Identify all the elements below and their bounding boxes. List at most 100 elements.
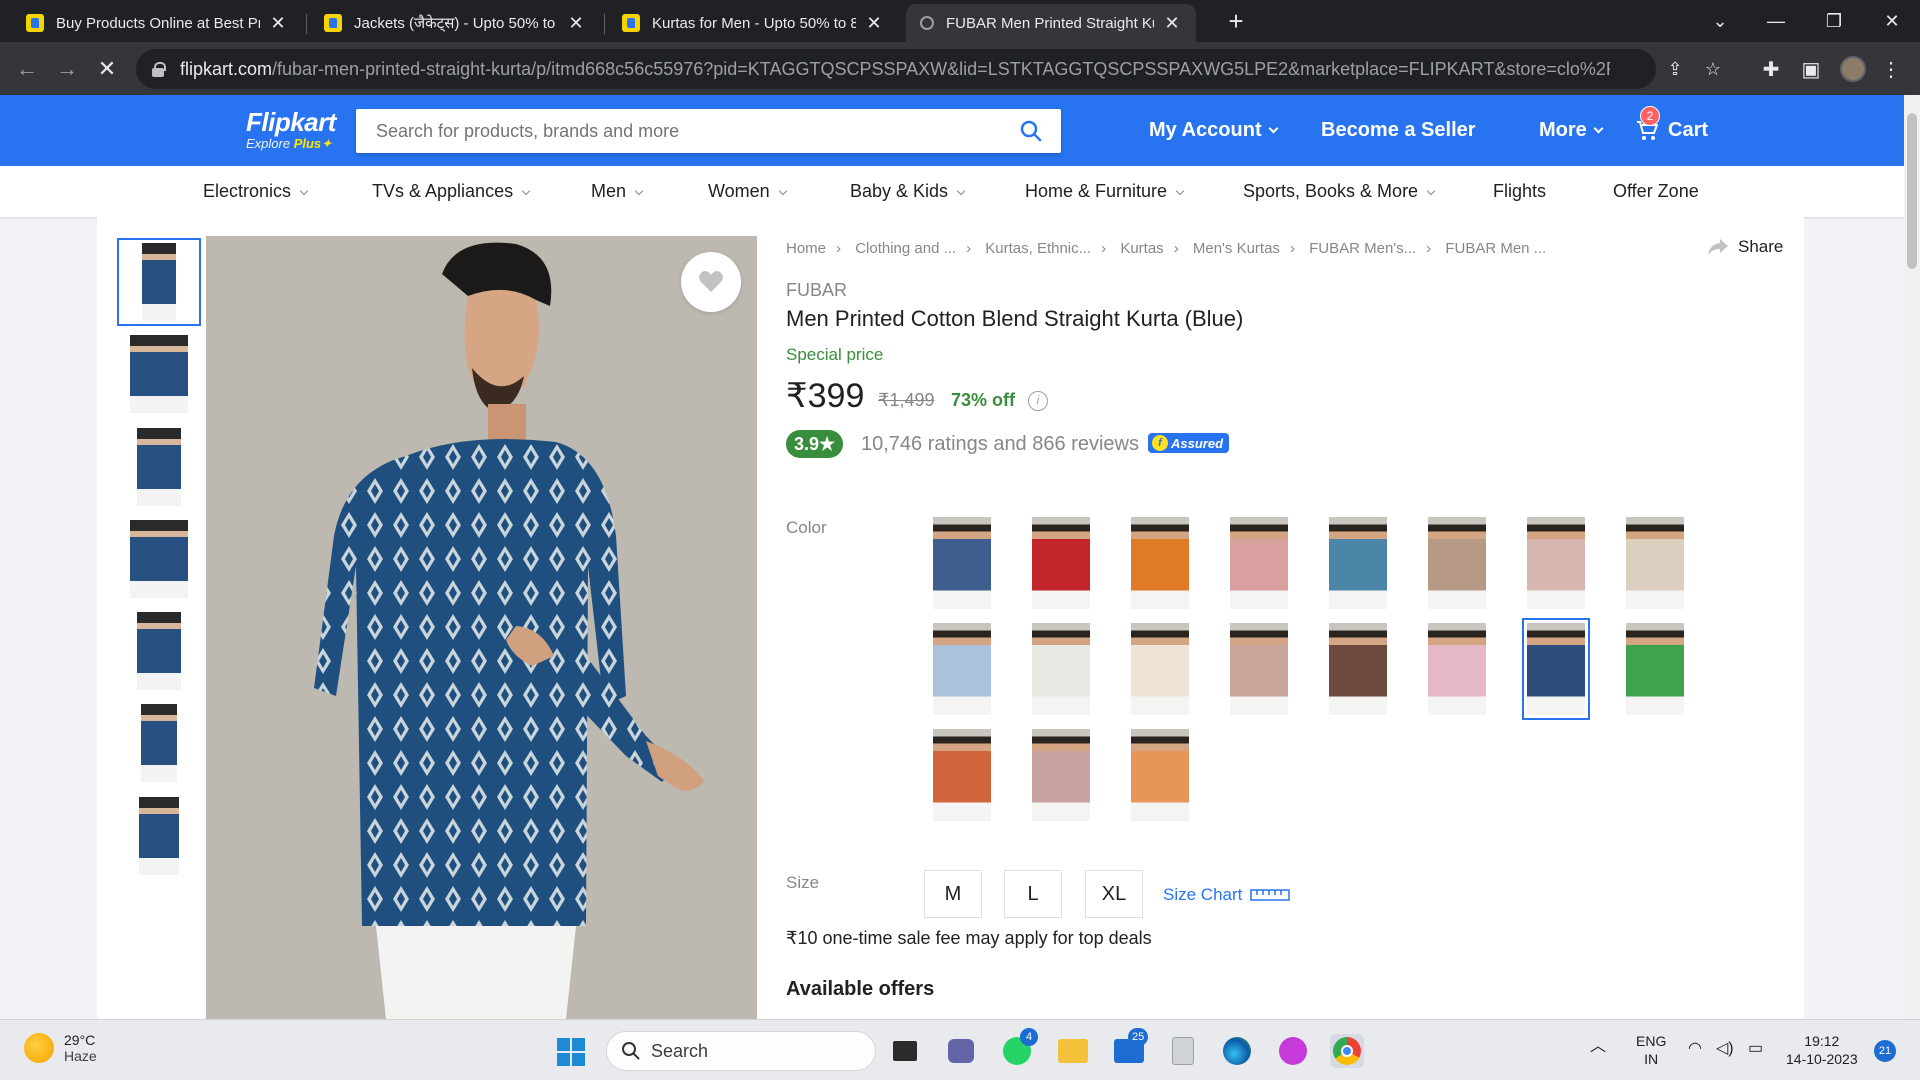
color-swatch[interactable] — [933, 729, 991, 821]
color-swatch[interactable] — [1032, 623, 1090, 715]
nav-item-baby-kids[interactable]: Baby & Kids — [850, 181, 966, 202]
color-swatch[interactable] — [1428, 623, 1486, 715]
forward-arrow-icon[interactable]: → — [50, 52, 84, 86]
close-tab-icon[interactable]: ✕ — [864, 13, 884, 34]
close-tab-icon[interactable]: ✕ — [268, 13, 288, 34]
breadcrumb-item[interactable]: Men's Kurtas — [1193, 240, 1280, 257]
back-arrow-icon[interactable]: ← — [10, 52, 44, 86]
close-window-icon[interactable]: ✕ — [1864, 0, 1920, 42]
close-tab-icon[interactable]: ✕ — [566, 13, 586, 34]
side-panel-icon[interactable]: ▣ — [1796, 54, 1826, 84]
share-page-icon[interactable]: ⇪ — [1664, 59, 1686, 81]
product-brand[interactable]: FUBAR — [786, 280, 847, 301]
teams-chat-icon[interactable] — [944, 1034, 978, 1068]
product-thumbnail[interactable] — [117, 330, 201, 418]
size-option-m[interactable]: M — [924, 870, 982, 918]
nav-item-sports-books[interactable]: Sports, Books & More — [1243, 181, 1436, 202]
size-option-l[interactable]: L — [1004, 870, 1062, 918]
breadcrumb-item[interactable]: Home — [786, 240, 826, 257]
color-swatch[interactable] — [1131, 729, 1189, 821]
browser-tab[interactable]: Jackets (जैकेट्स) - Upto 50% to 8 ✕ — [310, 4, 600, 42]
task-view-icon[interactable] — [888, 1034, 922, 1068]
nav-item-home-furniture[interactable]: Home & Furniture — [1025, 181, 1185, 202]
product-main-image[interactable] — [206, 236, 757, 1019]
nav-item-electronics[interactable]: Electronics — [203, 181, 309, 202]
price-info-icon[interactable]: i — [1028, 391, 1048, 411]
file-explorer-icon[interactable] — [1056, 1034, 1090, 1068]
nav-item-offer-zone[interactable]: Offer Zone — [1613, 181, 1699, 202]
breadcrumb-item[interactable]: Kurtas, Ethnic... — [985, 240, 1091, 257]
stop-loading-icon[interactable]: ✕ — [90, 52, 124, 86]
become-seller-link[interactable]: Become a Seller — [1321, 119, 1476, 142]
color-swatch[interactable] — [933, 517, 991, 609]
search-input[interactable] — [356, 109, 1001, 153]
nav-item-men[interactable]: Men — [591, 181, 644, 202]
color-swatch[interactable] — [1626, 517, 1684, 609]
weather-widget[interactable]: 29°C Haze — [24, 1032, 97, 1064]
color-swatch[interactable] — [1230, 517, 1288, 609]
color-swatch-selected[interactable] — [1522, 618, 1590, 720]
product-thumbnail[interactable] — [117, 607, 201, 695]
windows-start-icon[interactable] — [557, 1038, 585, 1066]
product-thumbnail[interactable] — [117, 238, 201, 326]
color-swatch[interactable] — [1131, 623, 1189, 715]
battery-icon[interactable]: ▭ — [1748, 1040, 1763, 1058]
color-swatch[interactable] — [1329, 517, 1387, 609]
restore-icon[interactable]: ❐ — [1806, 0, 1862, 42]
color-swatch[interactable] — [1428, 517, 1486, 609]
extensions-puzzle-icon[interactable]: ✚ — [1756, 54, 1786, 84]
flipkart-logo[interactable]: Flipkart Explore Plus✦ — [246, 107, 336, 152]
color-swatch[interactable] — [1329, 623, 1387, 715]
product-thumbnail[interactable] — [117, 792, 201, 880]
show-hidden-icons-chevron-up-icon[interactable]: ︿ — [1590, 1038, 1606, 1056]
notification-count-badge[interactable]: 21 — [1874, 1040, 1896, 1062]
color-swatch[interactable] — [1230, 623, 1288, 715]
my-account-menu[interactable]: My Account — [1149, 119, 1279, 142]
page-scrollbar[interactable] — [1904, 95, 1920, 1019]
breadcrumb-item[interactable]: Clothing and ... — [855, 240, 956, 257]
share-button[interactable]: Share — [1708, 237, 1783, 257]
wifi-icon[interactable]: ◠ — [1688, 1040, 1702, 1058]
new-tab-button[interactable]: + — [1222, 8, 1250, 36]
clock[interactable]: 19:12 14-10-2023 — [1786, 1032, 1858, 1068]
browser-tab[interactable]: Buy Products Online at Best Pric ✕ — [12, 4, 302, 42]
browser-tab-active[interactable]: FUBAR Men Printed Straight Kur ✕ — [906, 4, 1196, 42]
product-thumbnail[interactable] — [117, 515, 201, 603]
color-swatch[interactable] — [1527, 517, 1585, 609]
ratings-reviews-count[interactable]: 10,746 ratings and 866 reviews — [861, 433, 1139, 456]
edge-browser-icon[interactable] — [1220, 1034, 1254, 1068]
product-thumbnail[interactable] — [117, 699, 201, 787]
color-swatch[interactable] — [1032, 517, 1090, 609]
color-swatch[interactable] — [933, 623, 991, 715]
nav-item-women[interactable]: Women — [708, 181, 787, 202]
breadcrumb-item[interactable]: FUBAR Men's... — [1309, 240, 1416, 257]
profile-avatar[interactable] — [1840, 56, 1866, 82]
size-chart-link[interactable]: Size Chart — [1163, 885, 1291, 905]
minimize-icon[interactable]: — — [1748, 0, 1804, 42]
product-thumbnail[interactable] — [117, 423, 201, 511]
tab-search-icon[interactable]: ⌄ — [1692, 0, 1748, 42]
close-tab-icon[interactable]: ✕ — [1162, 13, 1182, 34]
color-swatch[interactable] — [1032, 729, 1090, 821]
nav-item-flights[interactable]: Flights — [1493, 181, 1546, 202]
breadcrumb-item[interactable]: FUBAR Men ... — [1445, 240, 1546, 257]
chrome-icon[interactable] — [1330, 1034, 1364, 1068]
url-text[interactable]: flipkart.com/fubar-men-printed-straight-… — [180, 59, 1610, 80]
notepad-icon[interactable] — [1166, 1034, 1200, 1068]
volume-icon[interactable]: ◁) — [1716, 1040, 1734, 1058]
color-swatch[interactable] — [1131, 517, 1189, 609]
size-option-xl[interactable]: XL — [1085, 870, 1143, 918]
address-bar[interactable]: flipkart.com/fubar-men-printed-straight-… — [136, 49, 1721, 89]
wps-office-icon[interactable] — [1276, 1034, 1310, 1068]
breadcrumb-item[interactable]: Kurtas — [1120, 240, 1163, 257]
more-menu[interactable]: More — [1539, 119, 1604, 142]
chrome-menu-icon[interactable]: ⋮ — [1876, 54, 1906, 84]
search-icon[interactable] — [1001, 109, 1061, 153]
language-indicator[interactable]: ENG IN — [1636, 1032, 1666, 1068]
color-swatch[interactable] — [1626, 623, 1684, 715]
browser-tab[interactable]: Kurtas for Men - Upto 50% to 80 ✕ — [608, 4, 898, 42]
nav-item-tvs-appliances[interactable]: TVs & Appliances — [372, 181, 531, 202]
bookmark-star-icon[interactable]: ☆ — [1702, 59, 1724, 81]
taskbar-search[interactable]: Search — [606, 1031, 876, 1071]
scrollbar-thumb[interactable] — [1907, 113, 1917, 269]
